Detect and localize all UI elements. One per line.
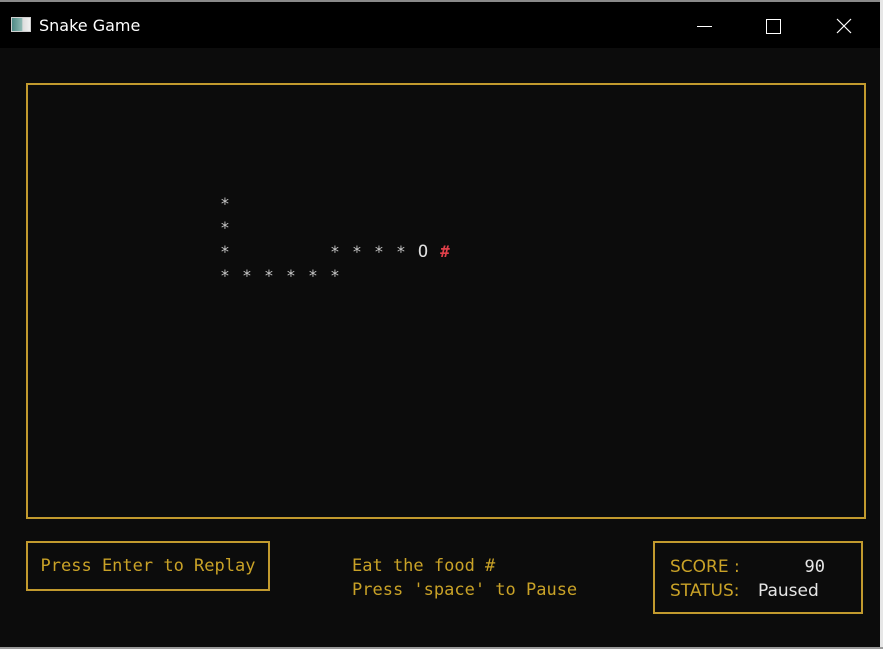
snake-segment: * (286, 266, 296, 285)
hint-pause: Press 'space' to Pause (352, 580, 578, 600)
food-item: # (440, 242, 450, 261)
snake-segment: * (220, 266, 230, 285)
snake-segment: * (330, 266, 340, 285)
score-label: SCORE : (670, 557, 740, 577)
game-window: Snake Game * * * * * * * * * * * * * O # Press Enter t… (0, 2, 881, 647)
game-board: * * * * * * * * * * * * * O # (26, 83, 866, 519)
maximize-button[interactable] (738, 2, 808, 48)
scoreboard: SCORE : 90 STATUS: Paused (653, 541, 863, 614)
close-button[interactable] (809, 2, 879, 48)
snake-segment: * (220, 218, 230, 237)
minimize-button[interactable] (667, 2, 737, 48)
snake-segment: * (242, 266, 252, 285)
snake-segment: * (220, 194, 230, 213)
snake-segment: * (374, 242, 384, 261)
snake-segment: * (264, 266, 274, 285)
snake-head: O (417, 242, 429, 262)
status-label: STATUS: (670, 581, 740, 601)
snake-segment: * (330, 242, 340, 261)
replay-button[interactable]: Press Enter to Replay (26, 541, 270, 591)
close-icon (836, 18, 852, 34)
score-value: 90 (804, 557, 825, 577)
hint-eat-food: Eat the food # (352, 556, 496, 576)
console-window-icon (11, 17, 31, 32)
snake-segment: * (352, 242, 362, 261)
snake-segment: * (220, 242, 230, 261)
snake-segment: * (396, 242, 406, 261)
snake-segment: * (308, 266, 318, 285)
title-bar[interactable]: Snake Game (0, 2, 880, 48)
window-title: Snake Game (39, 16, 141, 35)
status-value: Paused (758, 581, 819, 601)
